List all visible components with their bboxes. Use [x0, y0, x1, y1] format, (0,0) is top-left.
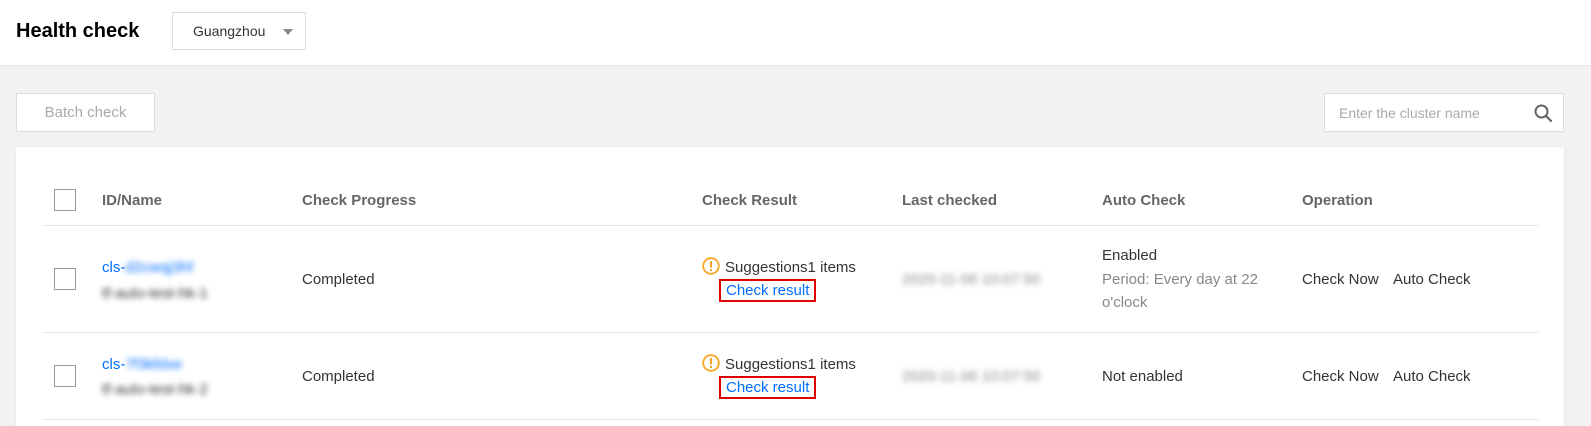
- cluster-id-rest: 7f3kfdxe: [125, 356, 183, 373]
- page-title: Health check: [16, 20, 140, 42]
- batch-check-button[interactable]: Batch check: [16, 93, 155, 132]
- auto-check-period: Period: Every day at 22 o'clock: [1102, 271, 1258, 311]
- cluster-id-prefix: cls-: [102, 356, 126, 373]
- table-divider: [43, 332, 1539, 333]
- check-result-summary: Suggestions1 items: [702, 257, 856, 276]
- auto-check-status: Not enabled: [1102, 368, 1183, 385]
- search-input[interactable]: [1325, 94, 1525, 131]
- suggestions-text: Suggestions1 items: [725, 356, 856, 373]
- table-divider: [43, 225, 1539, 226]
- table-divider: [43, 419, 1539, 420]
- cluster-name: tf-auto-test-hk-1: [102, 285, 208, 302]
- last-checked-time: 2020-11-06 10:07:50: [902, 271, 1041, 288]
- col-check-result: Check Result: [702, 192, 798, 209]
- region-value: Guangzhou: [193, 23, 266, 39]
- cluster-id-prefix: cls-: [102, 259, 126, 276]
- row-checkbox[interactable]: [54, 268, 76, 290]
- cluster-id-link[interactable]: cls-7f3kfdxe: [102, 356, 182, 373]
- last-checked-time: 2020-11-06 10:07:50: [902, 368, 1041, 385]
- cluster-table: ID/Name Check Progress Check Result Last…: [16, 147, 1564, 426]
- auto-check-status: Enabled: [1102, 247, 1158, 264]
- auto-check-link[interactable]: Auto Check: [1393, 368, 1471, 385]
- col-auto-check: Auto Check: [1102, 192, 1186, 209]
- caret-down-icon: [283, 29, 293, 35]
- check-result-link[interactable]: Check result: [719, 376, 817, 399]
- row-checkbox[interactable]: [54, 365, 76, 387]
- col-last-checked: Last checked: [902, 192, 998, 209]
- col-id-name: ID/Name: [102, 192, 163, 209]
- check-result-summary: Suggestions1 items: [702, 354, 856, 373]
- warning-icon: [702, 257, 720, 275]
- check-now-link[interactable]: Check Now: [1302, 368, 1379, 385]
- check-now-link[interactable]: Check Now: [1302, 271, 1379, 288]
- select-all-checkbox[interactable]: [54, 189, 76, 211]
- check-progress: Completed: [302, 271, 375, 288]
- region-select[interactable]: Guangzhou: [172, 12, 306, 50]
- cluster-search: [1324, 93, 1564, 132]
- col-check-progress: Check Progress: [302, 192, 417, 209]
- cluster-id-rest: d2cwqj3hf: [125, 259, 193, 276]
- check-result-link[interactable]: Check result: [719, 279, 817, 302]
- cluster-id-link[interactable]: cls-d2cwqj3hf: [102, 259, 193, 276]
- auto-check-link[interactable]: Auto Check: [1393, 271, 1471, 288]
- check-progress: Completed: [302, 368, 375, 385]
- cluster-name: tf-auto-test-hk-2: [102, 381, 208, 398]
- suggestions-text: Suggestions1 items: [725, 259, 856, 276]
- search-icon[interactable]: [1533, 103, 1553, 123]
- col-operation: Operation: [1302, 192, 1373, 209]
- top-header: Health check Guangzhou: [0, 0, 1591, 66]
- warning-icon: [702, 354, 720, 372]
